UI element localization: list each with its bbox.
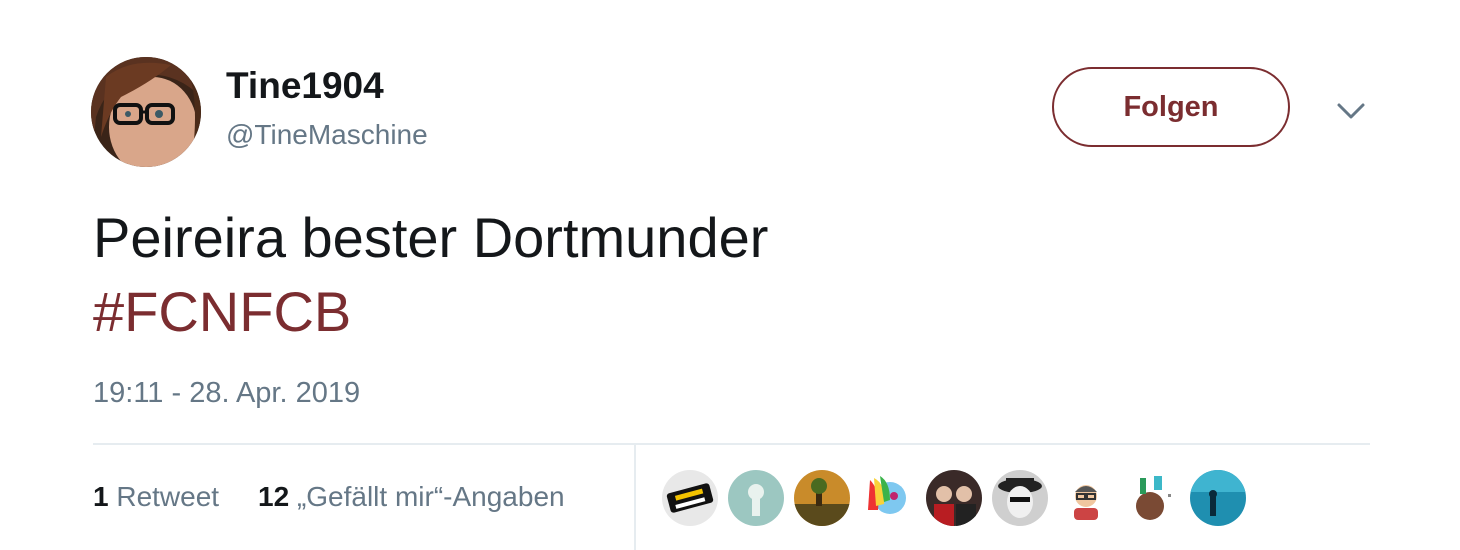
like-label: „Gefällt mir“-Angaben — [296, 481, 565, 512]
liker-avatar-8[interactable] — [1124, 470, 1180, 526]
liker-avatar-1[interactable] — [662, 470, 718, 526]
liker-avatar-7[interactable] — [1058, 470, 1114, 526]
liker-avatar-6[interactable] — [992, 470, 1048, 526]
stats-divider — [93, 443, 1370, 445]
tweet-timestamp[interactable]: 19:11 - 28. Apr. 2019 — [93, 374, 360, 412]
like-stat[interactable]: 12 „Gefällt mir“-Angaben — [258, 478, 565, 516]
author-avatar[interactable] — [91, 57, 201, 167]
follow-button[interactable]: Folgen — [1052, 67, 1290, 147]
retweet-count: 1 — [93, 481, 109, 512]
liker-avatar-2[interactable] — [728, 470, 784, 526]
hashtag-link[interactable]: #FCNFCB — [93, 280, 351, 344]
liker-avatar-3[interactable] — [794, 470, 850, 526]
like-count: 12 — [258, 481, 290, 512]
liker-avatar-9[interactable] — [1190, 470, 1246, 526]
tweet-text: Peireira bester Dortmunder — [93, 206, 769, 269]
liker-avatars — [662, 470, 1256, 526]
liker-avatar-5[interactable] — [926, 470, 982, 526]
liker-avatar-4[interactable] — [860, 470, 916, 526]
chevron-down-icon[interactable] — [1332, 96, 1370, 126]
author-display-name[interactable]: Tine1904 — [226, 64, 384, 108]
profile-photo-icon — [91, 57, 201, 167]
retweet-stat[interactable]: 1 Retweet — [93, 478, 219, 516]
stats-vertical-divider — [634, 445, 636, 550]
author-handle[interactable]: @TineMaschine — [226, 116, 428, 154]
retweet-label: Retweet — [116, 481, 220, 512]
